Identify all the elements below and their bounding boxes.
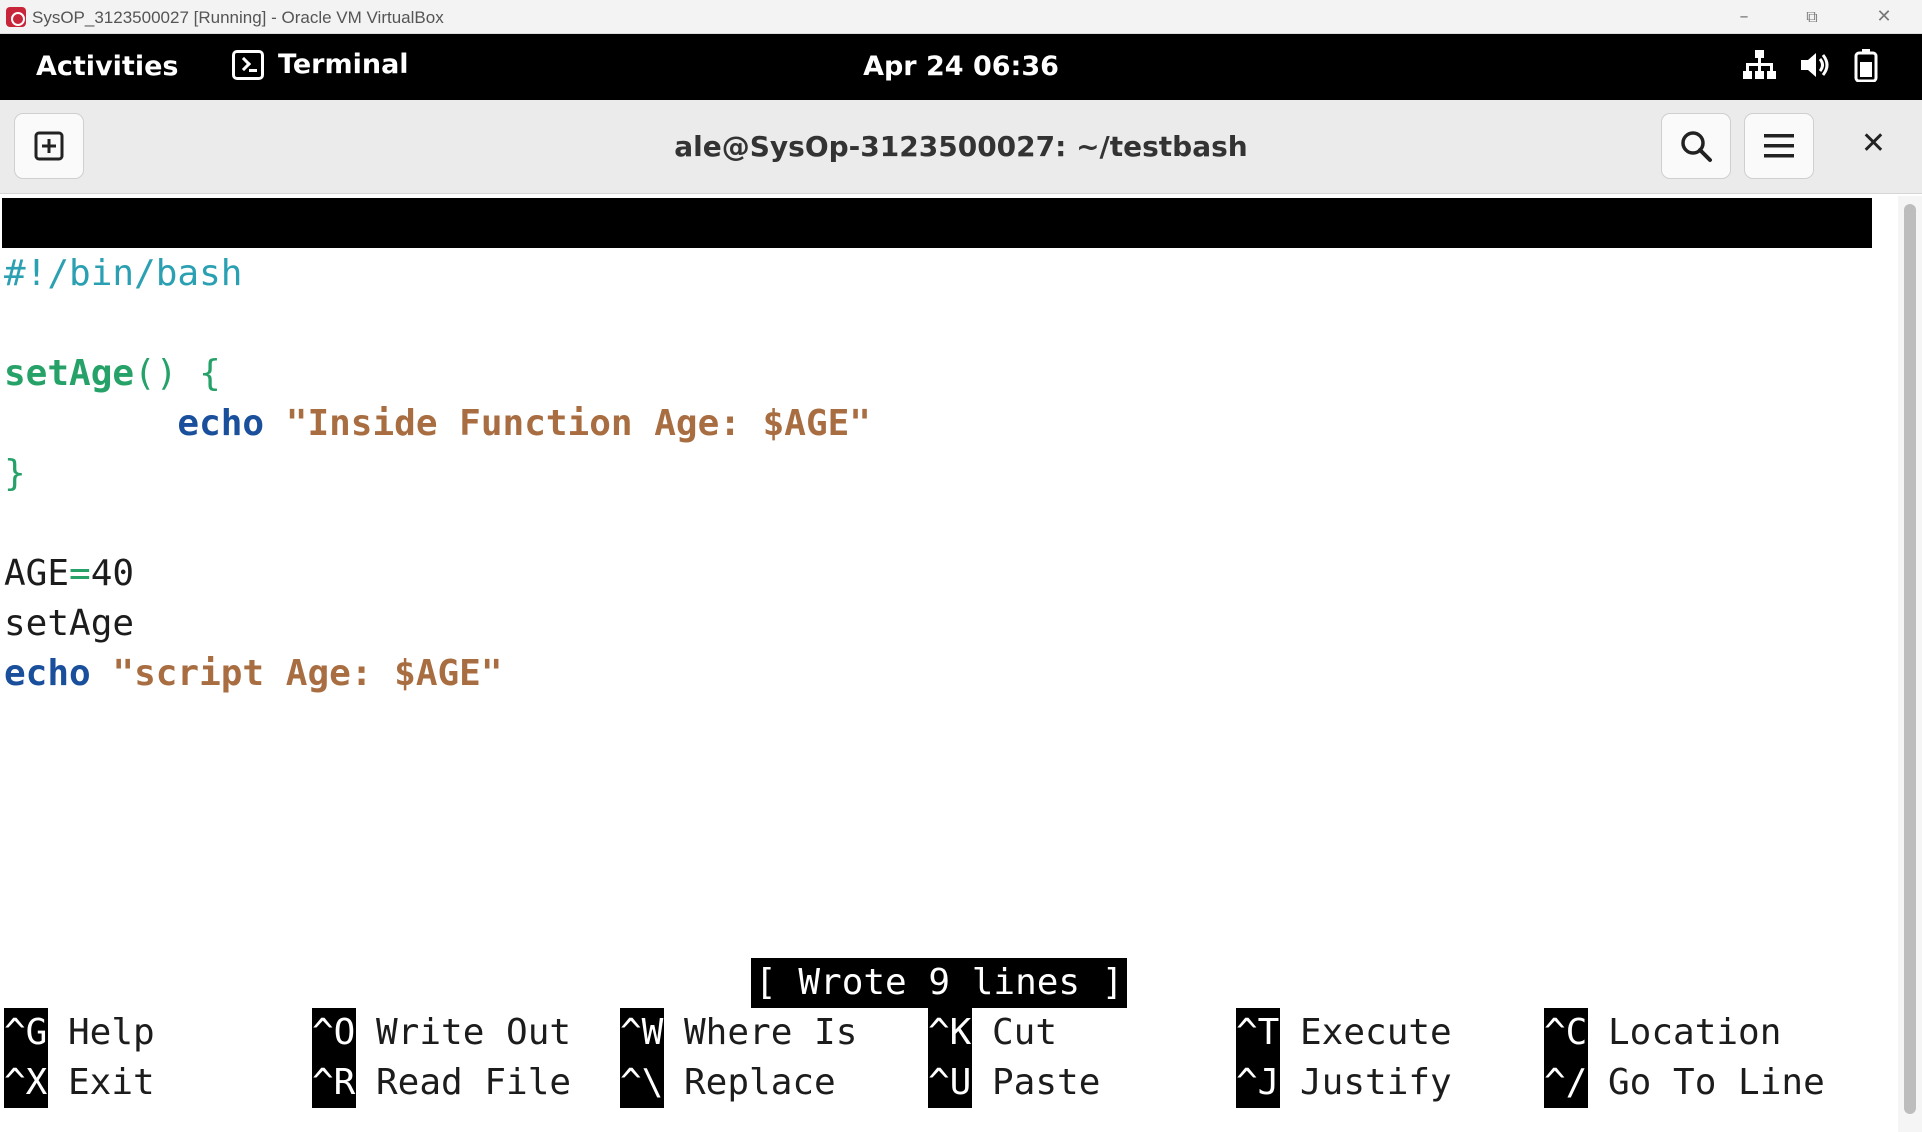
shortcut-justify[interactable]: ^J Justify <box>1236 1058 1452 1108</box>
shortcut-replace[interactable]: ^\ Replace <box>620 1058 836 1108</box>
shortcut-key: ^W <box>620 1008 664 1058</box>
shortcut-label: Execute <box>1300 1012 1452 1053</box>
window-close-button[interactable]: ✕ <box>1862 4 1906 30</box>
terminal-view[interactable]: GNU nano 7.2 bashv4.sh #!/bin/bash setAg… <box>0 196 1922 1132</box>
inner-string: "Inside Function Age: $AGE" <box>285 403 871 444</box>
outer-string: "script Age: $AGE" <box>112 653 503 694</box>
nano-title-bar: GNU nano 7.2 bashv4.sh <box>2 198 1872 343</box>
assign-operator: = <box>69 553 91 594</box>
virtualbox-window-title: SysOP_3123500027 [Running] - Oracle VM V… <box>32 8 444 27</box>
terminal-header-bar: ale@SysOp-3123500027: ~/testbash ✕ <box>0 100 1922 194</box>
nano-status-message: [ Wrote 9 lines ] <box>751 958 1128 1008</box>
close-brace: } <box>4 453 26 494</box>
shortcut-key: ^C <box>1544 1008 1588 1058</box>
system-tray[interactable] <box>1742 48 1878 82</box>
shortcut-help[interactable]: ^G Help <box>4 1008 155 1058</box>
code-line-5[interactable]: } <box>4 449 26 499</box>
echo-keyword: echo <box>4 653 91 694</box>
code-line-8[interactable]: setAge <box>4 599 134 649</box>
shortcut-cut[interactable]: ^K Cut <box>928 1008 1057 1058</box>
shortcut-label: Justify <box>1300 1062 1452 1103</box>
shortcut-label: Go To Line <box>1608 1062 1825 1103</box>
terminal-scrollbar[interactable] <box>1898 196 1922 1132</box>
close-icon[interactable]: ✕ <box>1861 126 1886 161</box>
age-variable: AGE <box>4 553 70 594</box>
network-icon <box>1743 50 1776 79</box>
main-menu-button[interactable] <box>1744 113 1814 179</box>
restore-button[interactable]: ⧉ <box>1790 4 1834 30</box>
function-call: setAge <box>4 603 135 644</box>
shortcut-label: Exit <box>68 1062 155 1103</box>
battery-icon <box>1854 49 1878 82</box>
shortcut-label: Paste <box>992 1062 1101 1103</box>
shortcut-label: Location <box>1608 1012 1782 1053</box>
function-parens: () <box>134 353 178 394</box>
shortcut-paste[interactable]: ^U Paste <box>928 1058 1100 1108</box>
virtualbox-app-icon <box>6 7 26 27</box>
hamburger-menu-icon <box>1764 134 1794 158</box>
shortcut-key: ^J <box>1236 1058 1280 1108</box>
shortcut-label: Write Out <box>376 1012 572 1053</box>
nano-filename: bashv4.sh <box>884 302 1080 343</box>
gnome-top-bar: Activities Terminal Apr 24 06:36 <box>0 34 1922 100</box>
shortcut-key: ^R <box>312 1058 356 1108</box>
shortcut-read-file[interactable]: ^R Read File <box>312 1058 571 1108</box>
shortcut-key: ^\ <box>620 1058 664 1108</box>
search-icon <box>1681 131 1712 162</box>
code-line-9[interactable]: echo "script Age: $AGE" <box>4 649 503 699</box>
open-brace: { <box>199 353 221 394</box>
shortcut-exit[interactable]: ^X Exit <box>4 1058 155 1108</box>
shortcut-write-out[interactable]: ^O Write Out <box>312 1008 571 1058</box>
shebang: #!/bin/bash <box>4 253 243 294</box>
age-value: 40 <box>90 553 135 594</box>
search-button[interactable] <box>1661 113 1731 179</box>
shortcut-key: ^T <box>1236 1008 1280 1058</box>
shortcut-label: Where Is <box>684 1012 858 1053</box>
minimize-button[interactable]: – <box>1722 4 1766 30</box>
code-line-3[interactable]: setAge() { <box>4 349 221 399</box>
clock[interactable]: Apr 24 06:36 <box>0 51 1922 82</box>
terminal-window-title: ale@SysOp-3123500027: ~/testbash <box>674 130 1248 163</box>
shortcut-location[interactable]: ^C Location <box>1544 1008 1781 1058</box>
shortcut-key: ^X <box>4 1058 48 1108</box>
shortcut-label: Read File <box>376 1062 572 1103</box>
scrollbar-thumb[interactable] <box>1904 204 1916 1114</box>
shortcut-key: ^U <box>928 1058 972 1108</box>
shortcut-label: Cut <box>992 1012 1058 1053</box>
virtualbox-title-bar: SysOP_3123500027 [Running] - Oracle VM V… <box>0 0 1922 34</box>
shortcut-go-to-line[interactable]: ^/ Go To Line <box>1544 1058 1825 1108</box>
code-line-4[interactable]: echo "Inside Function Age: $AGE" <box>4 399 871 449</box>
shortcut-key: ^G <box>4 1008 48 1058</box>
shortcut-key: ^K <box>928 1008 972 1058</box>
shortcut-execute[interactable]: ^T Execute <box>1236 1008 1452 1058</box>
code-line-7[interactable]: AGE=40 <box>4 549 134 599</box>
shortcut-where-is[interactable]: ^W Where Is <box>620 1008 857 1058</box>
shortcut-key: ^O <box>312 1008 356 1058</box>
shortcut-label: Help <box>68 1012 155 1053</box>
shortcut-label: Replace <box>684 1062 836 1103</box>
volume-icon <box>1801 53 1829 77</box>
shortcut-key: ^/ <box>1544 1058 1588 1108</box>
code-line-1[interactable]: #!/bin/bash <box>4 249 242 299</box>
echo-keyword: echo <box>177 403 265 444</box>
function-name: setAge <box>4 353 135 394</box>
